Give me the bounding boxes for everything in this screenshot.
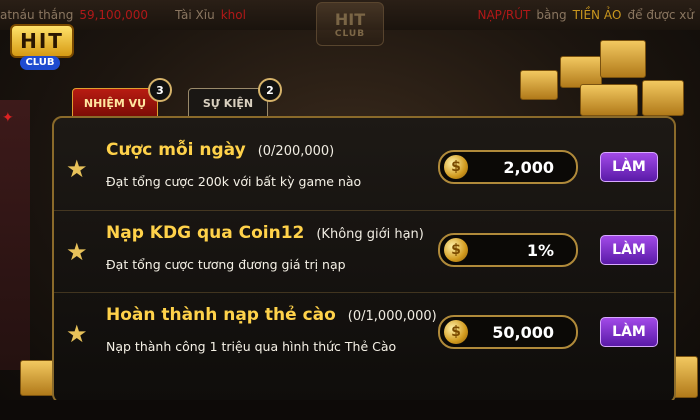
do-task-button[interactable]: LÀM [600, 235, 658, 265]
center-logo-club: CLUB [334, 28, 366, 39]
coin-icon: $ [444, 155, 468, 179]
do-task-button[interactable]: LÀM [600, 317, 658, 347]
task-panel: ★ Cược mỗi ngày (0/200,000) Đạt tổng cượ… [52, 116, 676, 404]
task-limit: (Không giới hạn) [316, 227, 424, 242]
do-task-button[interactable]: LÀM [600, 152, 658, 182]
task-description: Đạt tổng cược 200k với bất kỳ game nào [106, 174, 362, 189]
reward-amount: 1% [526, 240, 554, 260]
ticker-bang: bằng [536, 8, 567, 22]
brand-logo: HIT CLUB [6, 22, 74, 80]
task-title: Nạp KDG qua Coin12 [106, 223, 305, 243]
ticker-nap-rut: NẠP/RÚT [477, 8, 531, 22]
tab-su-kien-label: SỰ KIỆN [202, 96, 254, 110]
task-row: ★ Cược mỗi ngày (0/200,000) Đạt tổng cượ… [54, 128, 674, 210]
ticker-text: atnáu thắng [0, 8, 74, 22]
task-row: ★ Hoàn thành nạp thẻ cào (0/1,000,000) N… [54, 292, 674, 375]
ticker-tien-ao: TIỀN ẢO [572, 8, 622, 22]
task-description: Đạt tổng cược tương đương giá trị nạp [106, 257, 346, 272]
coin-icon: $ [444, 320, 468, 344]
task-row: ★ Nạp KDG qua Coin12 (Không giới hạn) Đạ… [54, 210, 674, 293]
reward-amount: 50,000 [492, 322, 554, 342]
tab-nhiem-vu[interactable]: NHIỆM VỤ [72, 88, 158, 118]
task-title: Hoàn thành nạp thẻ cào [106, 305, 336, 325]
task-limit: (0/1,000,000) [347, 309, 437, 324]
gift-box-decoration [580, 84, 638, 116]
ticker-game-suffix: khol [220, 8, 246, 22]
reward-pill: $ 2,000 [438, 150, 578, 184]
bottom-bar [0, 400, 700, 420]
reward-pill: $ 50,000 [438, 315, 578, 349]
brand-logo-club: CLUB [20, 56, 60, 70]
reward-amount: 2,000 [503, 157, 554, 177]
task-description: Nạp thành công 1 triệu qua hình thức Thẻ… [106, 339, 397, 354]
center-logo-word: HIT [334, 9, 366, 29]
coin-icon: $ [444, 238, 468, 262]
star-icon: ★ [66, 155, 88, 183]
star-icon: ★ [66, 320, 88, 348]
task-limit: (0/200,000) [257, 144, 335, 159]
tab-su-kien-badge: 2 [258, 78, 282, 102]
gift-box-decoration [600, 40, 646, 78]
tab-nhiem-vu-badge: 3 [148, 78, 172, 102]
left-side-decoration: ✦ [0, 100, 30, 370]
brand-logo-word: HIT [10, 24, 74, 58]
tab-su-kien[interactable]: SỰ KIỆN [188, 88, 268, 118]
star-icon: ★ [66, 238, 88, 266]
tab-nhiem-vu-label: NHIỆM VỤ [83, 96, 147, 110]
ticker-tail: để được xử [627, 8, 695, 22]
ticker-game: Tài Xỉu [175, 8, 215, 22]
ticker-amount: 59,100,000 [79, 8, 149, 22]
reward-pill: $ 1% [438, 233, 578, 267]
left-deco-mark: ✦ [2, 110, 14, 126]
task-title: Cược mỗi ngày [106, 140, 246, 160]
gift-box-decoration [642, 80, 684, 116]
gift-box-decoration [520, 70, 558, 100]
center-logo: HIT CLUB [316, 2, 384, 46]
